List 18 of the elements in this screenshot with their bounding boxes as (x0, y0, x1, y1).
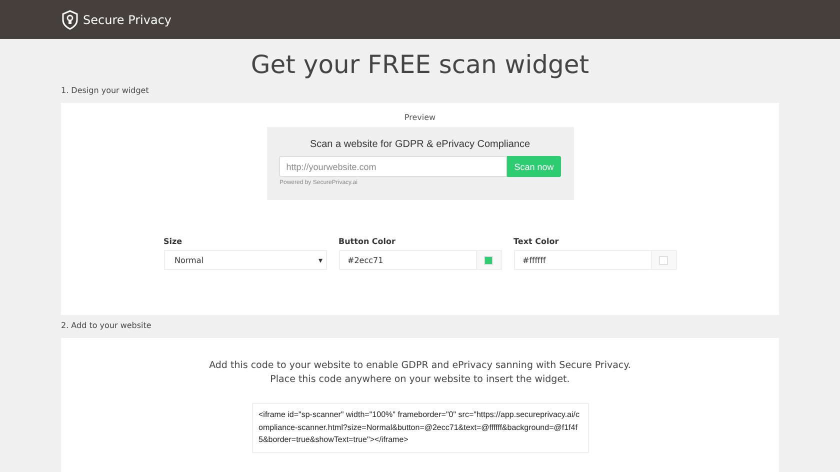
color-swatch[interactable] (659, 256, 668, 264)
color-field[interactable]: #2ecc71 (338, 250, 502, 270)
color-swatch[interactable] (484, 256, 493, 264)
url-field[interactable]: http://yourwebsite.com (279, 156, 508, 177)
section-heading: 1. Design your widget (61, 86, 150, 95)
page-title: Get your FREE scan widget (250, 50, 590, 80)
instructions-text: Add this code to your website to enable GDPR and ePrivacy sanning with Secure Privacy. Place this code anywhere on your website to insert the widget. (209, 359, 631, 387)
brand-name[interactable]: Secure Privacy (83, 12, 172, 26)
code-textarea[interactable]: <iframe id="sp-scanner" width="100%" frameborder="0" src="https://app.secureprivacy.ai/compliance-scanner.html?size=Normal&button=@2ecc71&text=@ffffff&background=@f1f4f5&border=true&showText=true"></iframe> (252, 403, 588, 452)
preview-heading: Scan a website for GDPR & ePrivacy Compliance (310, 139, 530, 150)
color-field[interactable]: #ffffff (514, 250, 676, 270)
section-heading: 2. Add to your website (61, 321, 152, 330)
preview-label: Preview (404, 113, 436, 122)
shield-lock-icon (61, 10, 79, 30)
field-label: Button Color (338, 237, 396, 246)
size-dropdown[interactable]: Normal ▾ (164, 250, 326, 270)
field-label: Text Color (514, 237, 560, 246)
field-label: Size (164, 237, 184, 246)
